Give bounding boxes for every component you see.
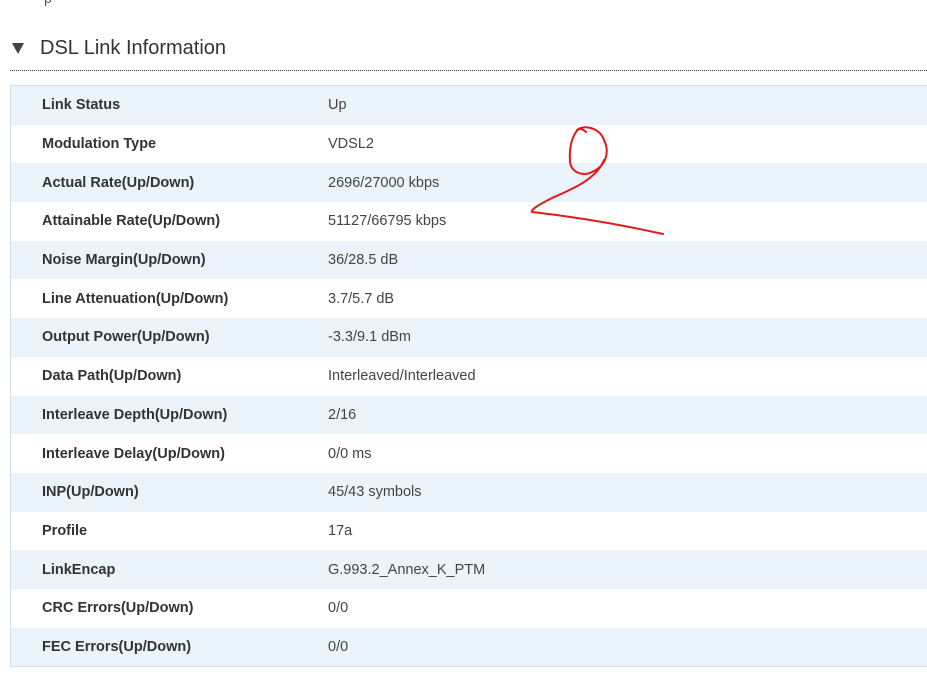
row-label: Data Path(Up/Down)	[42, 368, 182, 385]
row-value: VDSL2	[328, 136, 374, 153]
table-row: Line Attenuation(Up/Down) 3.7/5.7 dB	[11, 279, 927, 319]
table-row: CRC Errors(Up/Down) 0/0	[11, 588, 927, 628]
collapse-triangle-icon[interactable]	[12, 43, 24, 54]
table-row: Noise Margin(Up/Down) 36/28.5 dB	[11, 240, 927, 280]
row-label: Output Power(Up/Down)	[42, 329, 210, 346]
row-value: 0/0 ms	[328, 445, 372, 462]
row-value: -3.3/9.1 dBm	[328, 329, 412, 346]
row-value: 0/0	[328, 638, 349, 655]
table-row: Profile 17a	[11, 511, 927, 551]
table-row: Link Status Up	[11, 86, 927, 125]
row-label: Profile	[42, 522, 88, 539]
row-value: 36/28.5 dB	[328, 252, 399, 269]
row-value: 3.7/5.7 dB	[328, 290, 395, 307]
row-value: G.993.2_Annex_K_PTM	[328, 561, 486, 578]
row-label: Attainable Rate(Up/Down)	[42, 213, 221, 230]
row-value: 2696/27000 kbps	[328, 174, 440, 191]
row-label: Interleave Delay(Up/Down)	[42, 445, 225, 462]
table-row: LinkEncap G.993.2_Annex_K_PTM	[11, 550, 927, 589]
dsl-link-info-header[interactable]: DSL Link Information	[10, 34, 927, 71]
row-label: Noise Margin(Up/Down)	[42, 252, 206, 269]
row-label: Link Status	[42, 97, 121, 114]
table-row: Interleave Delay(Up/Down) 0/0 ms	[11, 434, 927, 473]
table-row: Actual Rate(Up/Down) 2696/27000 kbps	[11, 163, 927, 203]
row-value: 51127/66795 kbps	[328, 213, 447, 230]
dsl-info-table: Link Status Up Modulation Type VDSL2 Act…	[10, 85, 927, 668]
table-row: Attainable Rate(Up/Down) 51127/66795 kbp…	[11, 202, 927, 241]
row-value: 2/16	[328, 406, 357, 423]
row-label: INP(Up/Down)	[42, 484, 139, 501]
row-label: Modulation Type	[42, 136, 157, 153]
row-label: Interleave Depth(Up/Down)	[42, 406, 228, 423]
row-value: 17a	[328, 522, 353, 539]
row-label: CRC Errors(Up/Down)	[42, 600, 194, 617]
section-title[interactable]: DSL Link Information	[40, 37, 226, 60]
table-row: Data Path(Up/Down) Interleaved/Interleav…	[11, 356, 927, 396]
row-label: Actual Rate(Up/Down)	[42, 174, 195, 191]
row-value: Up	[328, 97, 347, 114]
row-value: 0/0	[328, 600, 349, 617]
table-row: FEC Errors(Up/Down) 0/0	[11, 627, 927, 667]
row-label: Line Attenuation(Up/Down)	[42, 290, 229, 307]
table-row: INP(Up/Down) 45/43 symbols	[11, 472, 927, 512]
cropped-text-remnant: p	[44, 0, 52, 6]
table-row: Modulation Type VDSL2	[11, 124, 927, 164]
row-label: FEC Errors(Up/Down)	[42, 638, 192, 655]
row-label: LinkEncap	[42, 561, 116, 578]
table-row: Interleave Depth(Up/Down) 2/16	[11, 395, 927, 435]
row-value: 45/43 symbols	[328, 484, 422, 501]
table-row: Output Power(Up/Down) -3.3/9.1 dBm	[11, 318, 927, 357]
row-value: Interleaved/Interleaved	[328, 368, 476, 385]
